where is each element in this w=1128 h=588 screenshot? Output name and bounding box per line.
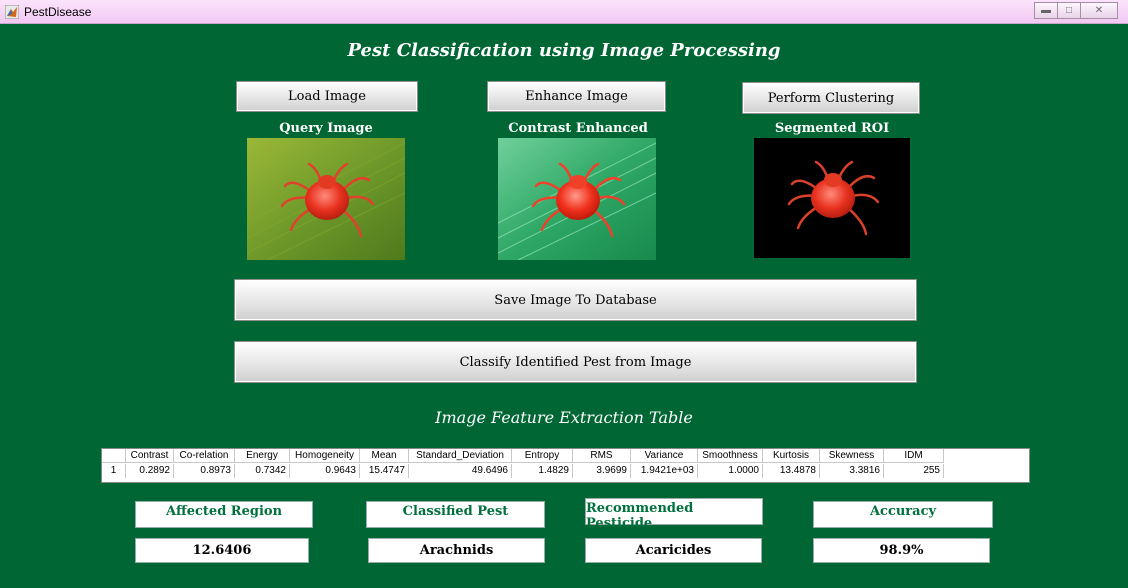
segmented-roi-label: Segmented ROI [774, 121, 890, 136]
window-title: PestDisease [24, 5, 92, 19]
maximize-button[interactable]: □ [1057, 2, 1081, 19]
minimize-icon: ▬ [1041, 5, 1051, 16]
save-image-button[interactable]: Save Image To Database [234, 279, 917, 321]
query-image [247, 138, 405, 260]
table-cell[interactable]: 1 [102, 464, 126, 478]
table-cell[interactable]: 3.3816 [820, 464, 884, 478]
feature-table-title: Image Feature Extraction Table [435, 408, 693, 427]
table-cell[interactable]: 3.9699 [573, 464, 631, 478]
window-titlebar[interactable]: PestDisease ▬ □ ✕ [0, 0, 1128, 24]
table-cell[interactable]: 1.9421e+03 [631, 464, 698, 478]
enhance-image-button[interactable]: Enhance Image [487, 81, 666, 112]
table-cell[interactable]: 1.0000 [698, 464, 763, 478]
mite-enhanced-photo-icon [498, 138, 656, 260]
contrast-enhanced-label: Contrast Enhanced [508, 121, 648, 136]
table-header-cell[interactable]: IDM [884, 449, 944, 463]
affected-region-label: Affected Region [135, 501, 313, 528]
close-icon: ✕ [1094, 5, 1104, 16]
close-button[interactable]: ✕ [1080, 2, 1118, 19]
table-header-cell[interactable]: Skewness [820, 449, 884, 463]
table-header-cell[interactable]: Co-relation [174, 449, 235, 463]
accuracy-label: Accuracy [813, 501, 993, 528]
accuracy-value: 98.9% [813, 538, 990, 563]
table-cell[interactable]: 1.4829 [512, 464, 573, 478]
enhanced-image [498, 138, 656, 260]
main-title: Pest Classification using Image Processi… [347, 40, 781, 61]
matlab-icon [5, 5, 19, 19]
segmented-roi-image [754, 138, 910, 258]
table-header-row: Contrast Co-relation Energy Homogeneity … [102, 449, 944, 463]
table-header-cell[interactable]: Energy [235, 449, 290, 463]
table-header-cell[interactable]: Homogeneity [290, 449, 360, 463]
table-cell[interactable]: 13.4878 [763, 464, 820, 478]
table-header-cell[interactable]: RMS [573, 449, 631, 463]
mite-photo-icon [247, 138, 405, 260]
minimize-button[interactable]: ▬ [1034, 2, 1058, 19]
table-header-cell[interactable]: Kurtosis [763, 449, 820, 463]
table-cell[interactable]: 15.4747 [360, 464, 409, 478]
recommended-pesticide-label: Recommended Pesticide [585, 498, 763, 531]
query-image-label: Query Image [279, 121, 373, 136]
maximize-icon: □ [1065, 5, 1073, 16]
table-cell[interactable]: 0.2892 [126, 464, 174, 478]
feature-table[interactable]: Contrast Co-relation Energy Homogeneity … [101, 448, 1030, 483]
table-row[interactable]: 1 0.2892 0.8973 0.7342 0.9643 15.4747 49… [102, 464, 944, 478]
classify-pest-button[interactable]: Classify Identified Pest from Image [234, 341, 917, 383]
table-header-cell[interactable]: Variance [631, 449, 698, 463]
table-header-cell[interactable]: Entropy [512, 449, 573, 463]
table-header-cell[interactable]: Mean [360, 449, 409, 463]
table-header-cell[interactable]: Smoothness [698, 449, 763, 463]
mite-segmented-photo-icon [754, 138, 910, 258]
table-cell[interactable]: 255 [884, 464, 944, 478]
perform-clustering-button[interactable]: Perform Clustering [742, 82, 920, 114]
window-controls: ▬ □ ✕ [1034, 2, 1118, 19]
table-cell[interactable]: 0.9643 [290, 464, 360, 478]
classified-pest-value: Arachnids [368, 538, 545, 563]
table-header-cell[interactable] [102, 449, 126, 463]
table-cell[interactable]: 49.6496 [409, 464, 512, 478]
table-cell[interactable]: 0.8973 [174, 464, 235, 478]
affected-region-value: 12.6406 [135, 538, 309, 563]
table-header-cell[interactable]: Standard_Deviation [409, 449, 512, 463]
load-image-button[interactable]: Load Image [236, 81, 418, 112]
table-header-cell[interactable]: Contrast [126, 449, 174, 463]
table-cell[interactable]: 0.7342 [235, 464, 290, 478]
classified-pest-label: Classified Pest [366, 501, 545, 528]
recommended-pesticide-value: Acaricides [585, 538, 762, 563]
